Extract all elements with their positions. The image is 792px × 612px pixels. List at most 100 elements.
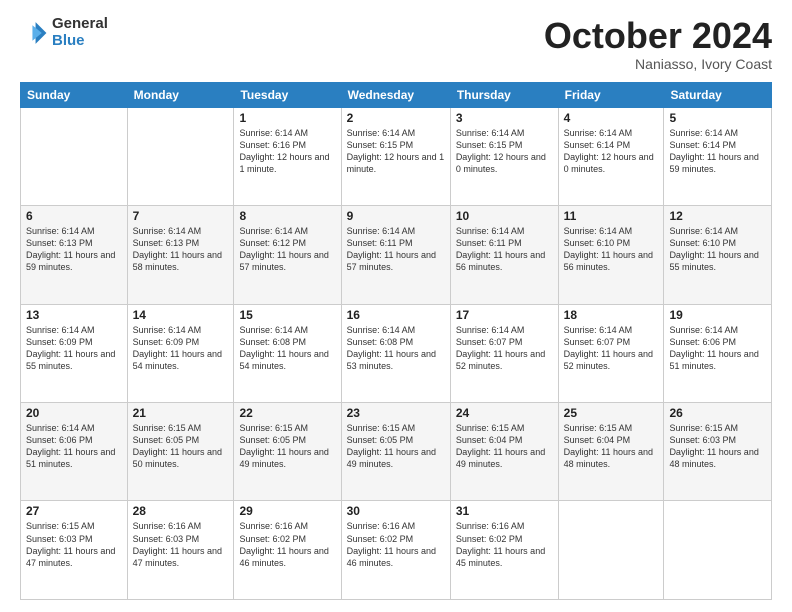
cell-info-text: Daylight: 11 hours and 52 minutes. bbox=[564, 348, 659, 372]
cell-info-text: Sunrise: 6:14 AM bbox=[26, 324, 122, 336]
calendar-cell: 17Sunrise: 6:14 AMSunset: 6:07 PMDayligh… bbox=[450, 304, 558, 402]
cell-info-text: Sunset: 6:15 PM bbox=[347, 139, 445, 151]
cell-info-text: Sunset: 6:10 PM bbox=[564, 237, 659, 249]
cell-info-text: Daylight: 11 hours and 55 minutes. bbox=[26, 348, 122, 372]
cell-info-text: Daylight: 11 hours and 53 minutes. bbox=[347, 348, 445, 372]
day-number: 23 bbox=[347, 406, 445, 420]
cell-info-text: Daylight: 12 hours and 1 minute. bbox=[347, 151, 445, 175]
calendar-cell: 25Sunrise: 6:15 AMSunset: 6:04 PMDayligh… bbox=[558, 403, 664, 501]
cell-info-text: Sunrise: 6:16 AM bbox=[133, 520, 229, 532]
calendar-cell bbox=[664, 501, 772, 600]
cell-info-text: Sunrise: 6:14 AM bbox=[347, 225, 445, 237]
day-number: 6 bbox=[26, 209, 122, 223]
page: General Blue October 2024 Naniasso, Ivor… bbox=[0, 0, 792, 612]
cell-info-text: Daylight: 11 hours and 57 minutes. bbox=[239, 249, 335, 273]
cell-info-text: Sunrise: 6:14 AM bbox=[26, 225, 122, 237]
calendar-cell: 23Sunrise: 6:15 AMSunset: 6:05 PMDayligh… bbox=[341, 403, 450, 501]
cell-info-text: Daylight: 11 hours and 54 minutes. bbox=[239, 348, 335, 372]
day-number: 15 bbox=[239, 308, 335, 322]
cell-info-text: Daylight: 11 hours and 51 minutes. bbox=[669, 348, 766, 372]
cell-info-text: Sunset: 6:02 PM bbox=[456, 533, 553, 545]
calendar-cell: 15Sunrise: 6:14 AMSunset: 6:08 PMDayligh… bbox=[234, 304, 341, 402]
cell-info-text: Sunrise: 6:14 AM bbox=[26, 422, 122, 434]
cell-info-text: Sunrise: 6:15 AM bbox=[669, 422, 766, 434]
month-title: October 2024 bbox=[544, 16, 772, 56]
location-subtitle: Naniasso, Ivory Coast bbox=[544, 56, 772, 72]
cell-info-text: Sunrise: 6:15 AM bbox=[347, 422, 445, 434]
cell-info-text: Daylight: 11 hours and 59 minutes. bbox=[669, 151, 766, 175]
calendar-cell: 12Sunrise: 6:14 AMSunset: 6:10 PMDayligh… bbox=[664, 206, 772, 304]
calendar-cell: 4Sunrise: 6:14 AMSunset: 6:14 PMDaylight… bbox=[558, 107, 664, 205]
cell-info-text: Sunset: 6:10 PM bbox=[669, 237, 766, 249]
cell-info-text: Sunset: 6:03 PM bbox=[669, 434, 766, 446]
logo-general-label: General bbox=[52, 16, 108, 33]
col-header-sunday: Sunday bbox=[21, 82, 128, 107]
calendar-cell: 19Sunrise: 6:14 AMSunset: 6:06 PMDayligh… bbox=[664, 304, 772, 402]
title-block: October 2024 Naniasso, Ivory Coast bbox=[544, 16, 772, 72]
cell-info-text: Sunrise: 6:15 AM bbox=[133, 422, 229, 434]
cell-info-text: Daylight: 11 hours and 46 minutes. bbox=[239, 545, 335, 569]
calendar-week-row: 13Sunrise: 6:14 AMSunset: 6:09 PMDayligh… bbox=[21, 304, 772, 402]
cell-info-text: Daylight: 11 hours and 48 minutes. bbox=[669, 446, 766, 470]
calendar-cell bbox=[558, 501, 664, 600]
cell-info-text: Sunrise: 6:14 AM bbox=[669, 225, 766, 237]
calendar-cell: 5Sunrise: 6:14 AMSunset: 6:14 PMDaylight… bbox=[664, 107, 772, 205]
day-number: 30 bbox=[347, 504, 445, 518]
day-number: 4 bbox=[564, 111, 659, 125]
cell-info-text: Daylight: 11 hours and 49 minutes. bbox=[347, 446, 445, 470]
day-number: 5 bbox=[669, 111, 766, 125]
cell-info-text: Daylight: 11 hours and 47 minutes. bbox=[26, 545, 122, 569]
day-number: 1 bbox=[239, 111, 335, 125]
cell-info-text: Sunset: 6:04 PM bbox=[456, 434, 553, 446]
col-header-thursday: Thursday bbox=[450, 82, 558, 107]
cell-info-text: Sunset: 6:06 PM bbox=[26, 434, 122, 446]
logo-icon bbox=[20, 19, 48, 47]
cell-info-text: Sunset: 6:09 PM bbox=[133, 336, 229, 348]
cell-info-text: Sunset: 6:14 PM bbox=[669, 139, 766, 151]
cell-info-text: Sunrise: 6:16 AM bbox=[239, 520, 335, 532]
cell-info-text: Sunrise: 6:15 AM bbox=[564, 422, 659, 434]
cell-info-text: Sunrise: 6:15 AM bbox=[26, 520, 122, 532]
cell-info-text: Sunset: 6:05 PM bbox=[239, 434, 335, 446]
cell-info-text: Sunset: 6:07 PM bbox=[564, 336, 659, 348]
day-number: 17 bbox=[456, 308, 553, 322]
cell-info-text: Daylight: 11 hours and 46 minutes. bbox=[347, 545, 445, 569]
day-number: 8 bbox=[239, 209, 335, 223]
calendar-cell: 26Sunrise: 6:15 AMSunset: 6:03 PMDayligh… bbox=[664, 403, 772, 501]
logo-text: General Blue bbox=[52, 16, 108, 49]
calendar-cell: 10Sunrise: 6:14 AMSunset: 6:11 PMDayligh… bbox=[450, 206, 558, 304]
calendar-cell: 18Sunrise: 6:14 AMSunset: 6:07 PMDayligh… bbox=[558, 304, 664, 402]
day-number: 12 bbox=[669, 209, 766, 223]
cell-info-text: Sunrise: 6:16 AM bbox=[347, 520, 445, 532]
logo-blue-label: Blue bbox=[52, 33, 108, 50]
calendar-cell bbox=[127, 107, 234, 205]
day-number: 20 bbox=[26, 406, 122, 420]
calendar-cell: 28Sunrise: 6:16 AMSunset: 6:03 PMDayligh… bbox=[127, 501, 234, 600]
calendar-cell: 11Sunrise: 6:14 AMSunset: 6:10 PMDayligh… bbox=[558, 206, 664, 304]
cell-info-text: Daylight: 11 hours and 54 minutes. bbox=[133, 348, 229, 372]
cell-info-text: Sunset: 6:02 PM bbox=[347, 533, 445, 545]
calendar-week-row: 27Sunrise: 6:15 AMSunset: 6:03 PMDayligh… bbox=[21, 501, 772, 600]
cell-info-text: Sunset: 6:08 PM bbox=[347, 336, 445, 348]
cell-info-text: Sunset: 6:08 PM bbox=[239, 336, 335, 348]
cell-info-text: Sunset: 6:02 PM bbox=[239, 533, 335, 545]
cell-info-text: Sunrise: 6:14 AM bbox=[564, 127, 659, 139]
cell-info-text: Sunrise: 6:15 AM bbox=[456, 422, 553, 434]
cell-info-text: Sunset: 6:03 PM bbox=[133, 533, 229, 545]
calendar-cell: 3Sunrise: 6:14 AMSunset: 6:15 PMDaylight… bbox=[450, 107, 558, 205]
calendar-cell: 27Sunrise: 6:15 AMSunset: 6:03 PMDayligh… bbox=[21, 501, 128, 600]
cell-info-text: Daylight: 11 hours and 57 minutes. bbox=[347, 249, 445, 273]
logo: General Blue bbox=[20, 16, 108, 49]
col-header-monday: Monday bbox=[127, 82, 234, 107]
day-number: 16 bbox=[347, 308, 445, 322]
day-number: 3 bbox=[456, 111, 553, 125]
col-header-saturday: Saturday bbox=[664, 82, 772, 107]
cell-info-text: Sunset: 6:12 PM bbox=[239, 237, 335, 249]
calendar-cell: 14Sunrise: 6:14 AMSunset: 6:09 PMDayligh… bbox=[127, 304, 234, 402]
calendar-cell: 24Sunrise: 6:15 AMSunset: 6:04 PMDayligh… bbox=[450, 403, 558, 501]
calendar-cell: 9Sunrise: 6:14 AMSunset: 6:11 PMDaylight… bbox=[341, 206, 450, 304]
cell-info-text: Daylight: 12 hours and 1 minute. bbox=[239, 151, 335, 175]
calendar-cell: 6Sunrise: 6:14 AMSunset: 6:13 PMDaylight… bbox=[21, 206, 128, 304]
cell-info-text: Daylight: 11 hours and 51 minutes. bbox=[26, 446, 122, 470]
cell-info-text: Sunset: 6:04 PM bbox=[564, 434, 659, 446]
